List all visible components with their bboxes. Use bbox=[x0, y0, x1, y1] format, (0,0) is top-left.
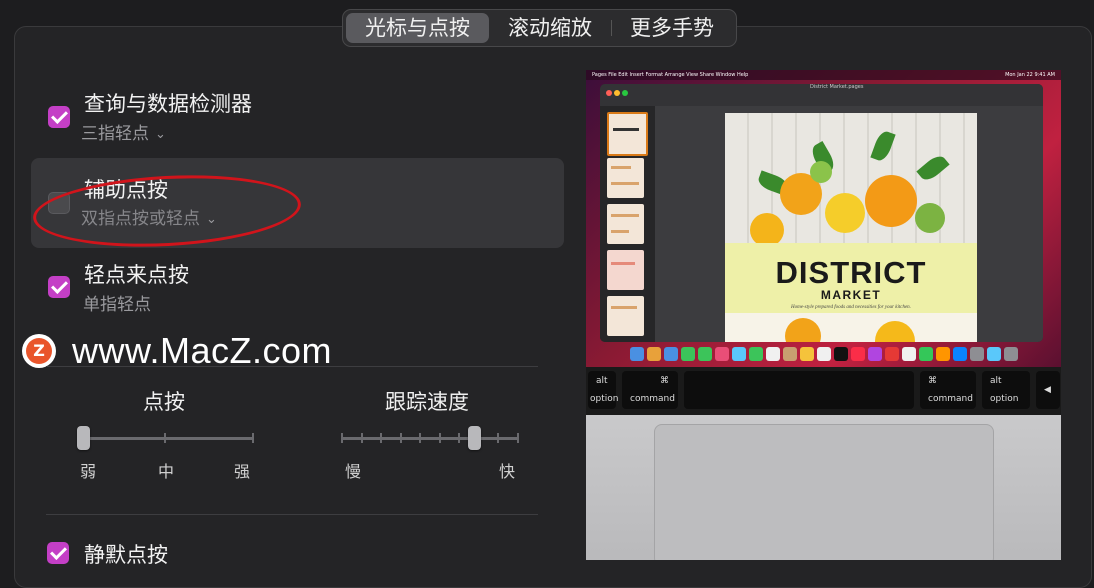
tracking-slider-tick bbox=[380, 433, 382, 443]
lookup-title: 查询与数据检测器 bbox=[84, 92, 252, 116]
preview-page-title: DISTRICT bbox=[775, 255, 927, 290]
preview-keyboard: alt option ⌘ command ⌘ command alt option ◀ bbox=[586, 367, 1061, 415]
tab-point-and-click[interactable]: 光标与点按 bbox=[346, 13, 489, 43]
chevron-down-icon: ⌄ bbox=[155, 127, 166, 142]
preview-page-thumbnails bbox=[600, 106, 655, 342]
preview-trackpad bbox=[654, 424, 994, 560]
click-slider-label: 点按 bbox=[143, 390, 185, 414]
preview-page-subtitle: MARKET bbox=[820, 288, 882, 302]
tap-to-click-gesture: 单指轻点 bbox=[83, 295, 151, 315]
tracking-slider-track[interactable] bbox=[341, 437, 519, 440]
option-lookup-row: 查询与数据检测器 三指轻点 ⌄ bbox=[31, 84, 564, 146]
lookup-gesture-value: 三指轻点 bbox=[81, 124, 149, 144]
preview-menubar: Pages File Edit Insert Format Arrange Vi… bbox=[586, 70, 1061, 80]
divider bbox=[46, 514, 538, 515]
click-max-label: 强 bbox=[234, 462, 251, 481]
tab-more-gestures[interactable]: 更多手势 bbox=[611, 13, 733, 43]
silent-click-title: 静默点按 bbox=[84, 543, 168, 567]
click-min-label: 弱 bbox=[80, 462, 97, 481]
tracking-max-label: 快 bbox=[499, 462, 516, 481]
gesture-preview-image: Pages File Edit Insert Format Arrange Vi… bbox=[586, 70, 1061, 560]
macz-logo-icon: Z bbox=[22, 334, 56, 368]
click-slider-tick bbox=[164, 433, 166, 443]
click-slider-track[interactable] bbox=[80, 437, 254, 440]
tracking-slider-tick bbox=[341, 433, 343, 443]
click-slider-tick bbox=[252, 433, 254, 443]
click-slider-knob[interactable] bbox=[77, 426, 90, 450]
tracking-slider-label: 跟踪速度 bbox=[385, 390, 469, 414]
tracking-slider-tick bbox=[400, 433, 402, 443]
preview-dock bbox=[604, 344, 1044, 364]
tap-to-click-checkbox[interactable] bbox=[48, 276, 70, 298]
lookup-gesture-dropdown[interactable]: 三指轻点 ⌄ bbox=[81, 119, 166, 144]
tracking-slider-tick bbox=[517, 433, 519, 443]
preview-document-page: DISTRICT MARKET Home-style prepared food… bbox=[725, 113, 977, 342]
tracking-min-label: 慢 bbox=[345, 462, 362, 481]
preview-page-tagline: Home-style prepared foods and necessitie… bbox=[791, 305, 911, 310]
tracking-slider-tick bbox=[497, 433, 499, 443]
preview-screen: Pages File Edit Insert Format Arrange Vi… bbox=[586, 70, 1061, 367]
preview-app-window: District Market.pages DISTRICT MARKET Ho… bbox=[600, 84, 1043, 342]
click-mid-label: 中 bbox=[158, 462, 175, 481]
tracking-slider-tick bbox=[361, 433, 363, 443]
tap-to-click-title: 轻点来点按 bbox=[84, 263, 189, 287]
tracking-slider-tick bbox=[419, 433, 421, 443]
tracking-slider-knob[interactable] bbox=[468, 426, 481, 450]
tracking-slider-tick bbox=[439, 433, 441, 443]
lookup-checkbox[interactable] bbox=[48, 106, 70, 128]
tab-bar: 光标与点按 滚动缩放 更多手势 bbox=[342, 9, 737, 47]
option-tap-to-click-row: 轻点来点按 单指轻点 bbox=[31, 256, 564, 316]
silent-click-checkbox[interactable] bbox=[47, 542, 69, 564]
tracking-slider-tick bbox=[458, 433, 460, 443]
divider bbox=[46, 366, 538, 367]
tab-scroll-zoom[interactable]: 滚动缩放 bbox=[489, 13, 611, 43]
